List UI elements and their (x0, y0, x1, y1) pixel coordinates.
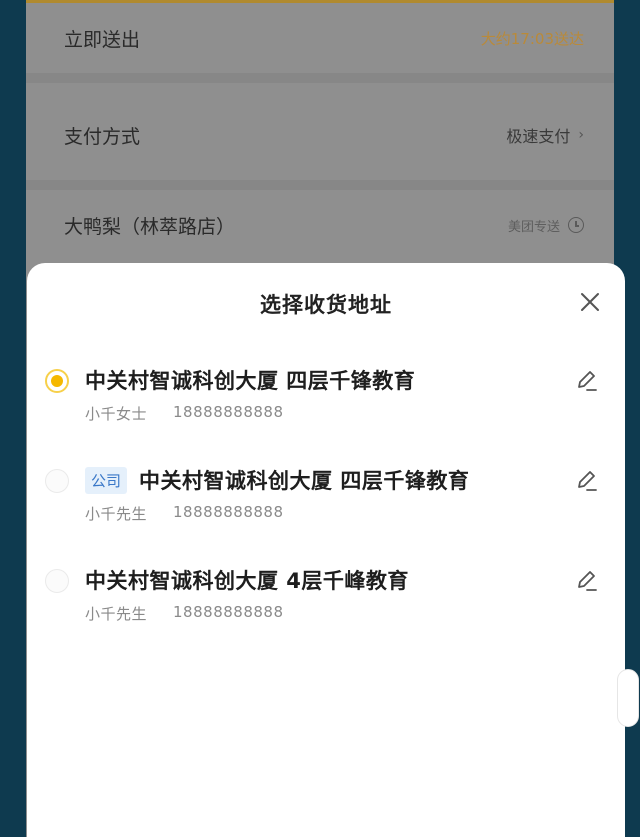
address-text: 中关村智诚科创大厦 4层千峰教育 (85, 569, 409, 593)
address-text: 中关村智诚科创大厦 四层千锋教育 (85, 369, 416, 393)
contact-phone: 18888888888 (173, 403, 284, 421)
clock-icon (568, 217, 584, 233)
edit-pencil-icon (578, 471, 597, 491)
edit-pencil-icon (578, 371, 597, 391)
edit-address-button[interactable] (575, 369, 599, 393)
section-divider (26, 73, 614, 83)
address-item[interactable]: 公司 中关村智诚科创大厦 四层千锋教育 小千先生 18888888888 (27, 461, 625, 541)
address-item[interactable]: 中关村智诚科创大厦 四层千锋教育 小千女士 18888888888 (27, 361, 625, 441)
address-tag-company: 公司 (85, 466, 128, 494)
address-line: 公司 中关村智诚科创大厦 四层千锋教育 (85, 465, 469, 495)
section-divider (26, 180, 614, 190)
radio-unselected[interactable] (45, 469, 69, 493)
store-name: 大鸭梨（林萃路店） (64, 215, 236, 238)
delivery-service-text: 美团专送 (507, 219, 560, 235)
contact-info: 小千女士 18888888888 (85, 403, 284, 424)
delivery-time-label: 立即送出 (64, 28, 141, 51)
delivery-time-value: 大约17:03送达 (480, 29, 584, 48)
edit-pencil-icon (578, 571, 597, 591)
address-line: 中关村智诚科创大厦 4层千峰教育 (85, 565, 409, 595)
edit-address-button[interactable] (575, 469, 599, 493)
edit-address-button[interactable] (575, 569, 599, 593)
contact-info: 小千先生 18888888888 (85, 603, 284, 624)
chevron-right-icon: › (578, 127, 584, 143)
close-button[interactable] (577, 289, 603, 315)
address-item[interactable]: 中关村智诚科创大厦 4层千峰教育 小千先生 18888888888 (27, 561, 625, 641)
contact-name: 小千先生 (85, 605, 148, 623)
delivery-service: 美团专送 (508, 216, 584, 235)
radio-unselected[interactable] (45, 569, 69, 593)
contact-phone: 18888888888 (173, 503, 284, 521)
radio-selected[interactable] (45, 369, 69, 393)
address-selection-sheet: 选择收货地址 中关村智诚科创大厦 四层千锋教育 小千女士 18888888888… (27, 263, 639, 837)
scroll-handle[interactable] (617, 669, 639, 727)
payment-method-text: 极速支付 (506, 127, 571, 146)
contact-name: 小千先生 (85, 505, 148, 523)
contact-name: 小千女士 (85, 405, 148, 423)
payment-method-value: 极速支付 › (506, 123, 584, 147)
address-text: 中关村智诚科创大厦 四层千锋教育 (139, 469, 470, 493)
sheet-title: 选择收货地址 (260, 293, 392, 317)
contact-info: 小千先生 18888888888 (85, 503, 284, 524)
address-line: 中关村智诚科创大厦 四层千锋教育 (85, 365, 415, 395)
store-row: 大鸭梨（林萃路店） 美团专送 (26, 190, 614, 260)
close-icon (581, 293, 599, 311)
contact-phone: 18888888888 (173, 603, 284, 621)
payment-method-label: 支付方式 (64, 125, 141, 148)
delivery-time-row[interactable]: 立即送出 大约17:03送达 (26, 3, 614, 73)
payment-method-row[interactable]: 支付方式 极速支付 › (26, 90, 614, 180)
